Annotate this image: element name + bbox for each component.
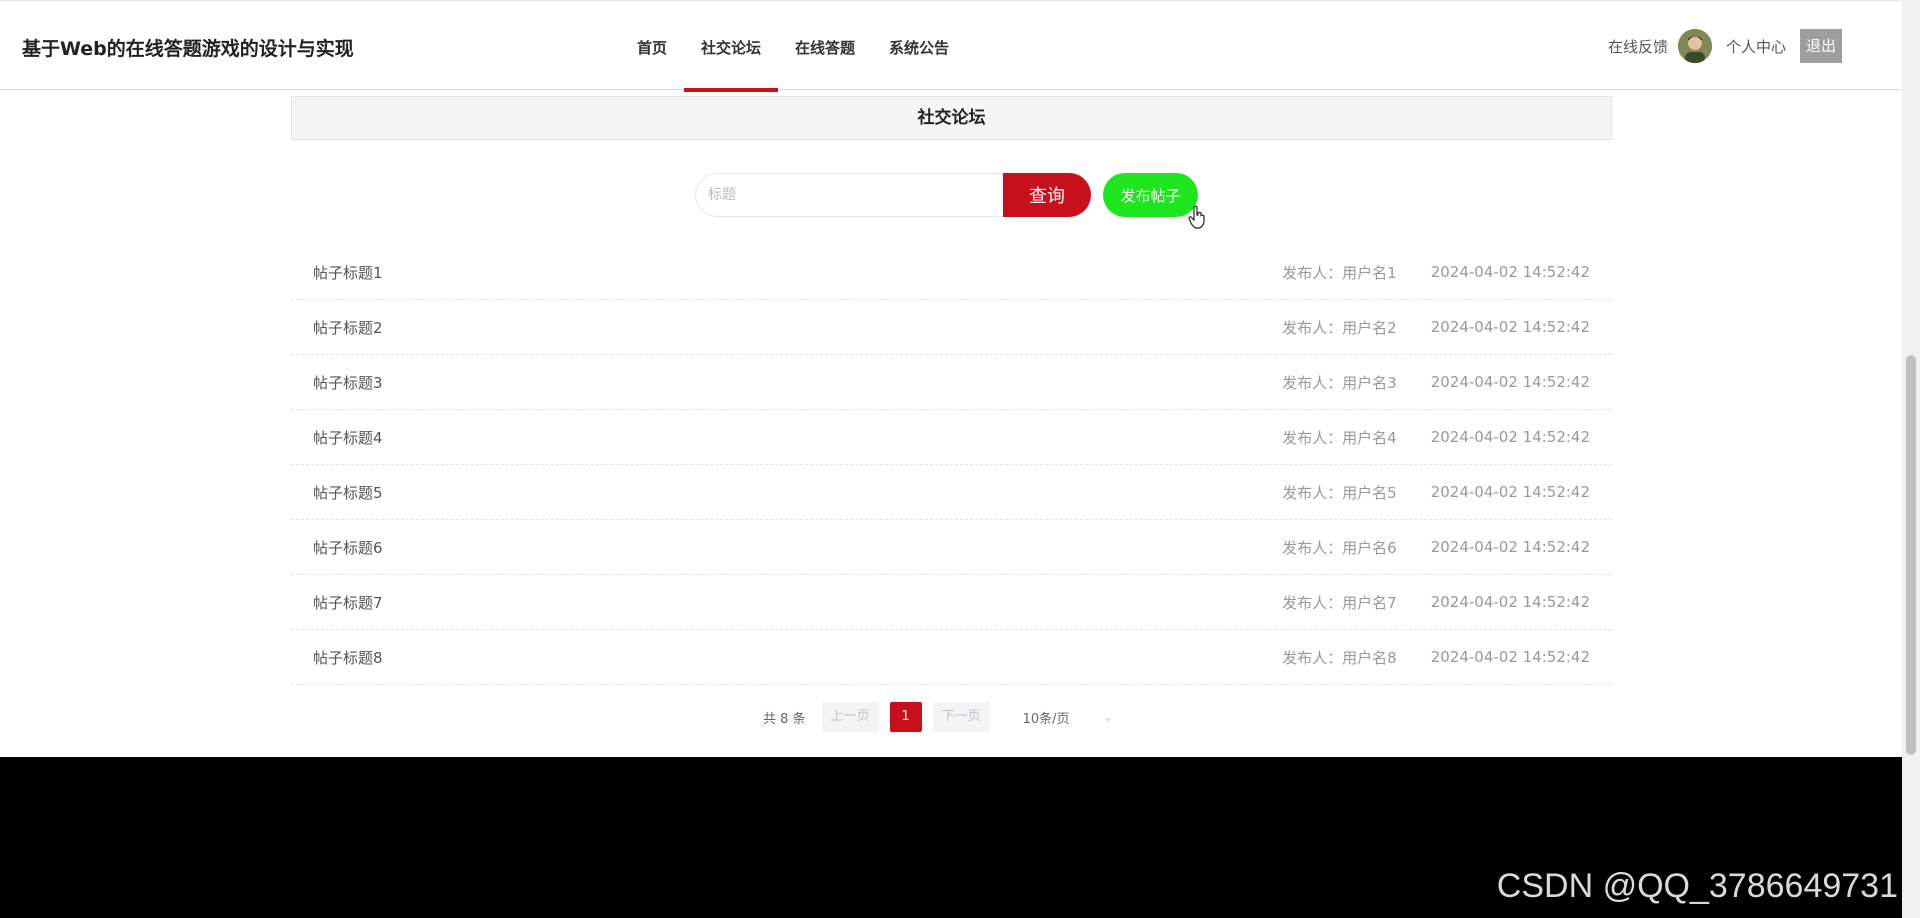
post-row[interactable]: 帖子标题7 发布人：用户名7 2024-04-02 14:52:42	[291, 575, 1612, 630]
avatar-image-icon	[1677, 29, 1712, 63]
post-time: 2024-04-02 14:52:42	[1430, 428, 1590, 446]
header-user-area: 在线反馈 个人中心 退出	[1608, 1, 1842, 91]
post-row[interactable]: 帖子标题3 发布人：用户名3 2024-04-02 14:52:42	[291, 355, 1612, 410]
vertical-scrollbar[interactable]	[1902, 0, 1920, 918]
total-count: 共 8 条	[763, 711, 806, 727]
post-author: 发布人：用户名4	[1282, 428, 1397, 447]
watermark-text: CSDN @QQ_3786649731	[1496, 867, 1898, 905]
post-author: 发布人：用户名8	[1282, 648, 1397, 667]
post-author: 发布人：用户名1	[1282, 263, 1397, 282]
nav-quiz[interactable]: 在线答题	[778, 1, 872, 91]
post-time: 2024-04-02 14:52:42	[1430, 263, 1590, 281]
post-title[interactable]: 帖子标题6	[313, 537, 1282, 558]
query-button[interactable]: 查询	[1003, 173, 1091, 217]
post-row[interactable]: 帖子标题5 发布人：用户名5 2024-04-02 14:52:42	[291, 465, 1612, 520]
post-title[interactable]: 帖子标题3	[313, 372, 1282, 393]
avatar[interactable]	[1677, 29, 1712, 63]
post-author: 发布人：用户名7	[1282, 593, 1397, 612]
section-title-bar: 社交论坛	[291, 96, 1612, 140]
post-list: 帖子标题1 发布人：用户名1 2024-04-02 14:52:42 帖子标题2…	[291, 245, 1612, 685]
publish-post-button[interactable]: 发布帖子	[1103, 173, 1198, 217]
post-title[interactable]: 帖子标题4	[313, 427, 1282, 448]
pagination: 共 8 条 上一页 1 下一页 10条/页 ⌄	[763, 702, 1113, 732]
prev-page-button[interactable]: 上一页	[821, 702, 879, 732]
post-title[interactable]: 帖子标题8	[313, 647, 1282, 668]
post-time: 2024-04-02 14:52:42	[1430, 318, 1590, 336]
post-row[interactable]: 帖子标题1 发布人：用户名1 2024-04-02 14:52:42	[291, 245, 1612, 300]
hand-cursor-icon	[1188, 205, 1205, 229]
next-page-button[interactable]: 下一页	[932, 702, 990, 732]
post-time: 2024-04-02 14:52:42	[1430, 373, 1590, 391]
section-title: 社交论坛	[917, 108, 986, 128]
post-row[interactable]: 帖子标题4 发布人：用户名4 2024-04-02 14:52:42	[291, 410, 1612, 465]
feedback-link[interactable]: 在线反馈	[1608, 36, 1668, 57]
post-author: 发布人：用户名2	[1282, 318, 1397, 337]
page-size-value: 10条/页	[1022, 711, 1070, 727]
post-author: 发布人：用户名5	[1282, 483, 1397, 502]
post-row[interactable]: 帖子标题2 发布人：用户名2 2024-04-02 14:52:42	[291, 300, 1612, 355]
post-time: 2024-04-02 14:52:42	[1430, 593, 1590, 611]
post-title[interactable]: 帖子标题7	[313, 592, 1282, 613]
footer: CSDN @QQ_3786649731	[0, 757, 1902, 918]
top-header: 基于Web的在线答题游戏的设计与实现 首页 社交论坛 在线答题 系统公告 在线反…	[0, 0, 1902, 92]
post-row[interactable]: 帖子标题6 发布人：用户名6 2024-04-02 14:52:42	[291, 520, 1612, 575]
post-title[interactable]: 帖子标题5	[313, 482, 1282, 503]
search-bar: 查询 发布帖子	[695, 173, 1198, 217]
post-time: 2024-04-02 14:52:42	[1430, 538, 1590, 556]
nav-home[interactable]: 首页	[620, 1, 684, 91]
post-title[interactable]: 帖子标题1	[313, 262, 1282, 283]
site-title: 基于Web的在线答题游戏的设计与实现	[22, 38, 354, 60]
page-number-current[interactable]: 1	[889, 702, 922, 732]
post-time: 2024-04-02 14:52:42	[1430, 648, 1590, 666]
main-nav: 首页 社交论坛 在线答题 系统公告	[620, 1, 966, 92]
title-search-input[interactable]	[695, 173, 1003, 217]
post-author: 发布人：用户名6	[1282, 538, 1397, 557]
post-time: 2024-04-02 14:52:42	[1430, 483, 1590, 501]
scrollbar-thumb[interactable]	[1906, 355, 1916, 755]
profile-link[interactable]: 个人中心	[1726, 36, 1786, 57]
post-author: 发布人：用户名3	[1282, 373, 1397, 392]
post-title[interactable]: 帖子标题2	[313, 317, 1282, 338]
post-row[interactable]: 帖子标题8 发布人：用户名8 2024-04-02 14:52:42	[291, 630, 1612, 685]
chevron-down-icon: ⌄	[1103, 710, 1113, 724]
nav-forum[interactable]: 社交论坛	[684, 1, 779, 92]
nav-announcement[interactable]: 系统公告	[872, 1, 966, 91]
page-size-select[interactable]: 10条/页 ⌄	[1023, 702, 1113, 732]
logout-button[interactable]: 退出	[1800, 29, 1842, 63]
